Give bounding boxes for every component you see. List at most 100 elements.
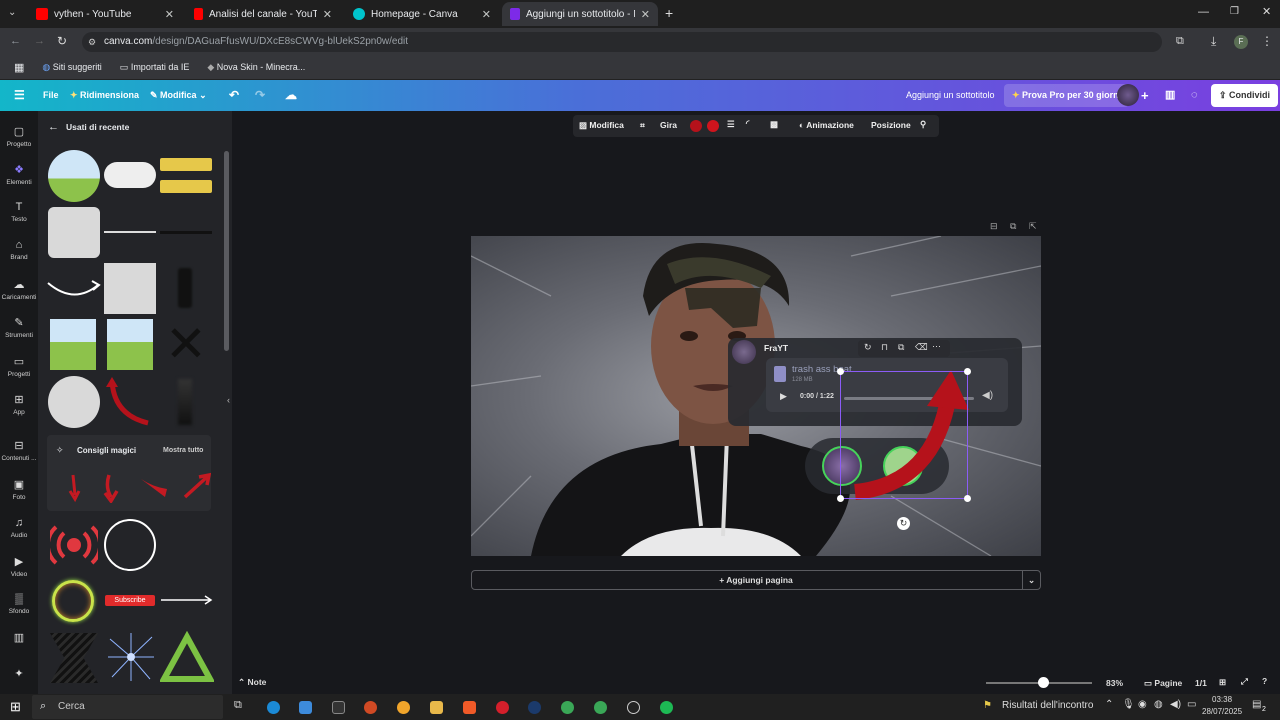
resize-button[interactable]: ✦ Ridimensiona <box>70 80 139 111</box>
close-window-button[interactable]: ✕ <box>1262 5 1271 18</box>
bookmark-suggested[interactable]: ◍ Siti suggeriti <box>42 62 101 73</box>
element-torn-frame[interactable] <box>107 319 153 370</box>
lock-page-icon[interactable]: ⊟ <box>990 221 998 232</box>
delete-icon[interactable]: ⌫ <box>915 342 928 353</box>
site-info-icon[interactable]: ⚙ <box>88 32 96 52</box>
element-circle-landscape[interactable] <box>48 150 100 202</box>
element-yellow-bar-2[interactable] <box>160 180 212 193</box>
element-rounded-square[interactable] <box>48 207 100 258</box>
windows-start-icon[interactable]: ⊞ <box>10 699 21 715</box>
element-broadcast-icon[interactable] <box>45 525 103 565</box>
rail-content[interactable]: ⊟ Contenuti ... <box>0 439 38 462</box>
menu-icon[interactable]: ☰ <box>14 80 25 111</box>
comments-icon[interactable]: ◌ <box>1191 80 1198 111</box>
magic-icon[interactable]: ✦ <box>0 667 38 683</box>
redo-icon[interactable]: ↷ <box>255 80 265 111</box>
widget-notice[interactable]: Risultati dell'incontro <box>1002 700 1093 711</box>
pages-button[interactable]: ▭ Pagine <box>1144 678 1182 689</box>
add-page-button[interactable]: + Aggiungi pagina ⌄ <box>471 570 1041 590</box>
zoom-level[interactable]: 83% <box>1106 678 1123 688</box>
back-icon[interactable]: ← <box>10 35 21 47</box>
tray-chevron-icon[interactable]: ⌃ <box>1105 699 1113 710</box>
element-subscribe-button[interactable]: Subscribe <box>105 595 155 606</box>
element-line[interactable] <box>104 231 156 233</box>
design-page[interactable]: FraYT trash ass beat 128 MB ▶ 0:00 / 1:2… <box>471 236 1041 556</box>
add-page-icon[interactable]: ⇱ <box>1029 221 1037 232</box>
selection-box[interactable] <box>837 368 971 502</box>
speaker-icon[interactable]: ◀) <box>1170 699 1181 710</box>
insights-icon[interactable]: ▥ <box>1165 80 1175 111</box>
crop-icon[interactable]: ⌗ <box>640 120 645 131</box>
chrome-canary-icon[interactable] <box>397 701 410 714</box>
tab-youtube[interactable]: vythen - YouTube ✕ <box>28 2 182 26</box>
resize-handle-tl[interactable] <box>837 368 844 375</box>
steam-icon[interactable] <box>528 701 541 714</box>
element-white-ring[interactable] <box>104 519 156 571</box>
clock-time[interactable]: 03:38 <box>1212 695 1232 704</box>
add-page-dropdown-icon[interactable]: ⌄ <box>1022 571 1040 589</box>
resize-handle-tr[interactable] <box>964 368 971 375</box>
duplicate-icon[interactable]: ⧉ <box>898 342 904 353</box>
position-button[interactable]: Posizione <box>871 120 911 130</box>
show-all-link[interactable]: Mostra tutto <box>163 447 203 454</box>
close-tab-icon[interactable]: ✕ <box>482 8 491 21</box>
grid-view-icon[interactable]: ⊞ <box>1219 677 1226 688</box>
magic-red-arrows[interactable] <box>61 471 211 503</box>
element-black-smudge[interactable] <box>178 379 192 425</box>
element-red-curved-arrow[interactable] <box>104 375 156 427</box>
undo-icon[interactable]: ↶ <box>229 80 239 111</box>
store-icon[interactable] <box>299 701 312 714</box>
rotate-icon[interactable]: ↻ <box>864 342 872 353</box>
element-square[interactable] <box>104 263 156 314</box>
collapse-panel-icon[interactable]: ‹ <box>227 395 230 405</box>
lock-icon[interactable]: ⊓ <box>881 342 888 353</box>
design-title[interactable]: Aggiungi un sottotitolo <box>906 80 995 111</box>
user-avatar[interactable] <box>1117 84 1139 106</box>
rail-photos[interactable]: ▣ Foto <box>0 478 38 501</box>
help-icon[interactable]: ? <box>1262 676 1267 686</box>
notes-button[interactable]: ⌃ Note <box>238 677 266 688</box>
browser-menu-icon[interactable]: ⋮ <box>1261 34 1273 48</box>
tab-canva-design[interactable]: Aggiungi un sottotitolo - Minia ✕ <box>502 2 658 26</box>
color-swatch-1[interactable] <box>690 120 702 132</box>
element-thin-arrow[interactable] <box>160 595 214 605</box>
corner-rounding-icon[interactable]: ◜ <box>746 118 749 129</box>
rotate-handle-icon[interactable]: ↻ <box>897 517 910 530</box>
share-button[interactable]: ⇪ Condividi <box>1211 84 1279 107</box>
file-menu[interactable]: File <box>43 80 59 111</box>
element-curved-arrow[interactable] <box>46 271 102 301</box>
tab-canva-home[interactable]: Homepage - Canva ✕ <box>345 2 499 26</box>
file-explorer-icon[interactable] <box>430 701 443 714</box>
border-style-icon[interactable]: ☰ <box>727 119 735 130</box>
element-glow-ring[interactable] <box>52 580 94 622</box>
cloud-save-icon[interactable]: ☁ <box>285 80 297 111</box>
chrome-profile-icon[interactable] <box>594 701 607 714</box>
animate-button[interactable]: ◐ Animazione <box>799 120 854 130</box>
rail-uploads[interactable]: ☁ Caricamenti <box>0 278 38 301</box>
spotify-icon[interactable] <box>660 701 673 714</box>
close-tab-icon[interactable]: ✕ <box>165 8 174 21</box>
extensions-icon[interactable]: ⧉ <box>1176 35 1184 48</box>
rail-elements[interactable]: ❖ Elementi <box>0 163 38 186</box>
taskbar-search[interactable]: ⌕ Cerca <box>32 695 223 719</box>
element-green-triangle[interactable] <box>160 631 214 685</box>
close-tab-icon[interactable]: ✕ <box>641 8 650 21</box>
rail-text[interactable]: T Testo <box>0 201 38 223</box>
rail-projects[interactable]: ▭ Progetti <box>0 355 38 378</box>
apps-grid-icon[interactable]: ▦ <box>14 61 24 74</box>
back-arrow-icon[interactable]: ← <box>48 121 59 133</box>
epic-games-icon[interactable] <box>332 701 345 714</box>
opera-icon[interactable] <box>496 701 509 714</box>
reload-icon[interactable]: ↻ <box>57 34 67 48</box>
panel-scrollbar[interactable] <box>224 151 229 351</box>
element-black-x[interactable]: ✕ <box>162 319 210 370</box>
edit-image-button[interactable]: ▨ Modifica <box>579 120 624 131</box>
volume-icon[interactable]: ◀) <box>982 390 993 401</box>
more-icon[interactable]: ⋯ <box>932 341 941 352</box>
profile-avatar[interactable]: F <box>1234 35 1248 49</box>
tray-app-icon[interactable]: ◉ <box>1138 699 1147 710</box>
fullscreen-icon[interactable]: ⤢ <box>1241 676 1248 687</box>
minimize-button[interactable]: — <box>1198 6 1209 18</box>
pro-trial-button[interactable]: ✦ Prova Pro per 30 giorni <box>1004 84 1130 107</box>
element-black-hourglass[interactable] <box>50 633 98 683</box>
